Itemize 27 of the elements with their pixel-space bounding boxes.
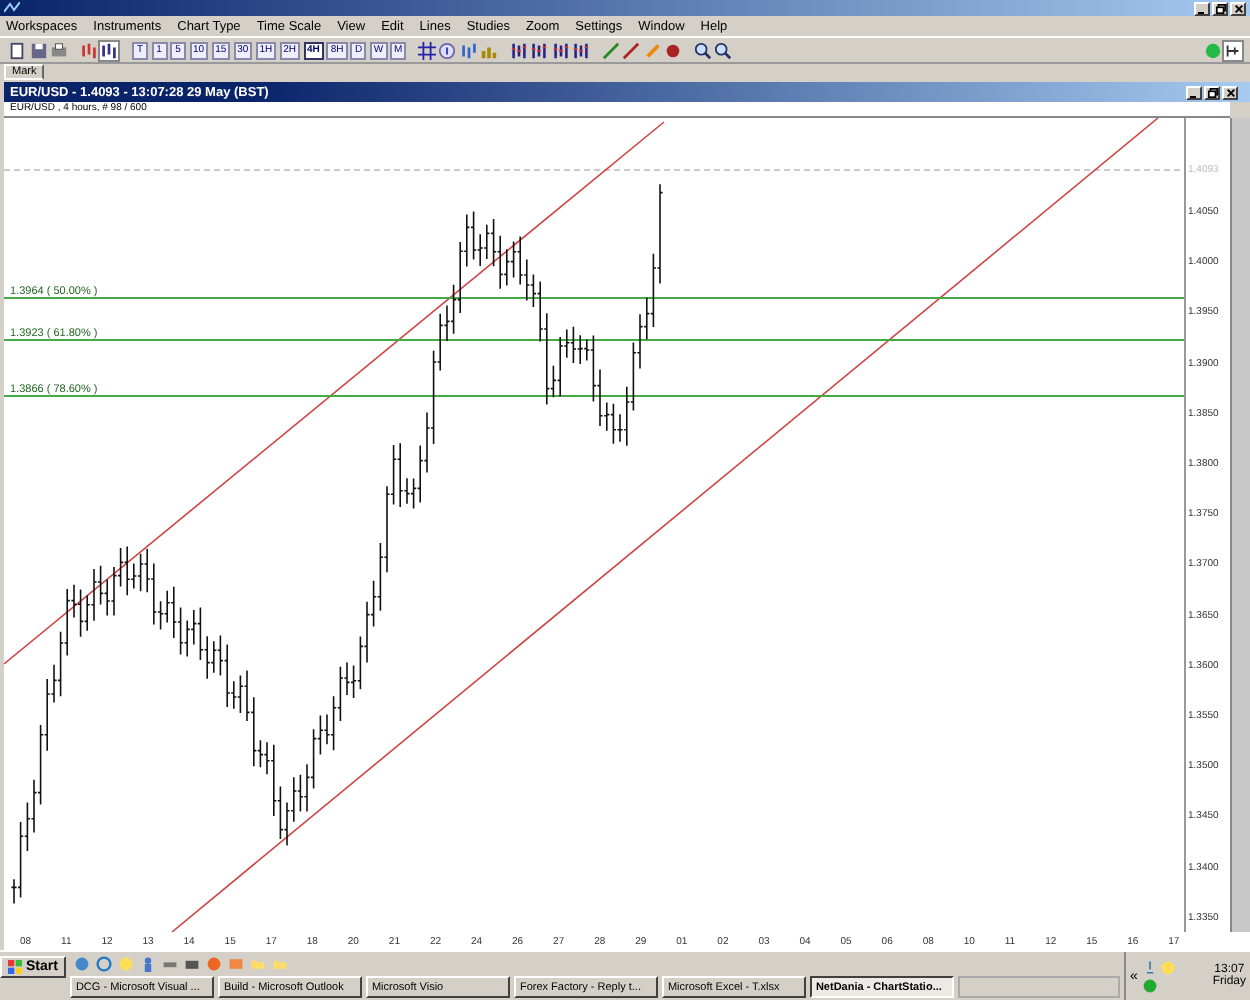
bar-chart-icon[interactable] bbox=[100, 41, 118, 60]
person-icon[interactable] bbox=[139, 956, 156, 972]
status-dot-icon bbox=[1203, 41, 1221, 60]
candles-icon[interactable] bbox=[509, 41, 528, 60]
windows-flag-icon bbox=[8, 960, 22, 974]
minimize-button[interactable] bbox=[1186, 85, 1202, 99]
pin-icon[interactable] bbox=[1224, 41, 1242, 60]
browser-icon[interactable] bbox=[95, 956, 112, 972]
draw-line-icon[interactable] bbox=[622, 41, 641, 60]
new-document-icon[interactable] bbox=[8, 41, 26, 60]
app-icon bbox=[4, 2, 20, 15]
zoom-out-icon[interactable] bbox=[714, 41, 733, 60]
draw-line-icon[interactable] bbox=[601, 41, 620, 60]
candles-icon[interactable] bbox=[551, 41, 570, 60]
info-icon[interactable] bbox=[438, 41, 457, 60]
candles-icon[interactable] bbox=[572, 41, 591, 60]
restore-button[interactable] bbox=[1212, 1, 1228, 16]
close-button[interactable] bbox=[1222, 85, 1238, 99]
restore-button[interactable] bbox=[1204, 85, 1220, 99]
chart-icon[interactable] bbox=[459, 41, 478, 60]
candles-icon[interactable] bbox=[530, 41, 549, 60]
zoom-in-icon[interactable] bbox=[693, 41, 712, 60]
close-button[interactable] bbox=[1230, 1, 1246, 16]
save-icon[interactable] bbox=[29, 41, 47, 60]
print-icon[interactable] bbox=[50, 41, 68, 60]
crosshair-icon[interactable] bbox=[417, 41, 436, 60]
minimize-button[interactable] bbox=[1194, 1, 1210, 16]
